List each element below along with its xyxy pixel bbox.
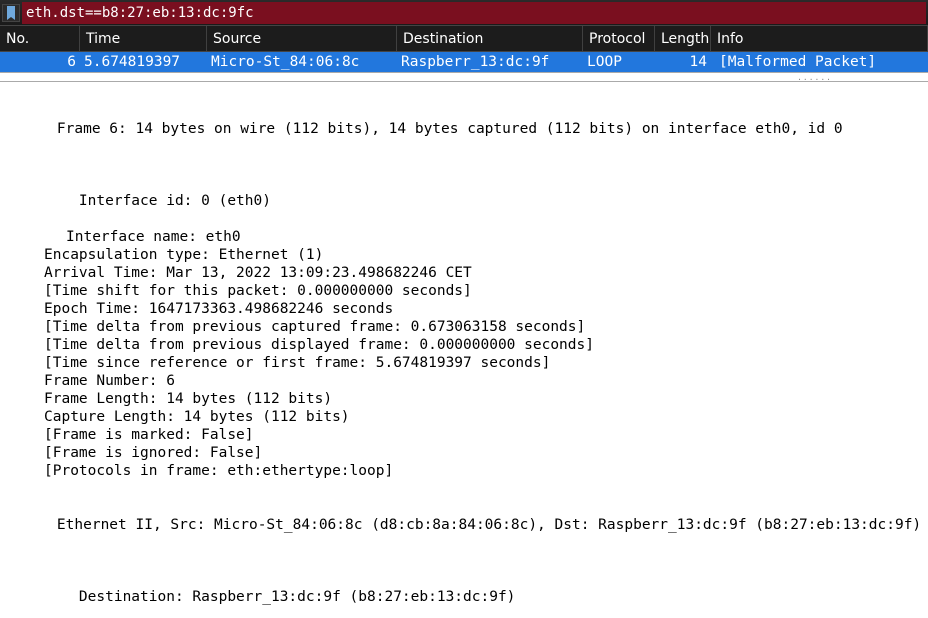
tree-frame-no[interactable]: Frame Number: 6 bbox=[0, 372, 928, 390]
tree-ethernet-summary[interactable]: Ethernet II, Src: Micro-St_84:06:8c (d8:… bbox=[0, 480, 928, 552]
tree-interface-name[interactable]: Interface name: eth0 bbox=[0, 228, 928, 246]
bookmark-icon[interactable] bbox=[2, 4, 20, 22]
column-header-source[interactable]: Source bbox=[207, 26, 397, 51]
column-header-protocol[interactable]: Protocol bbox=[583, 26, 655, 51]
tree-ignored[interactable]: [Frame is ignored: False] bbox=[0, 444, 928, 462]
grip-icon: ······ bbox=[797, 75, 832, 84]
tree-encap[interactable]: Encapsulation type: Ethernet (1) bbox=[0, 246, 928, 264]
cell-length: 14 bbox=[655, 54, 711, 70]
cell-destination: Raspberr_13:dc:9f bbox=[397, 54, 583, 70]
tree-interface-id[interactable]: Interface id: 0 (eth0) bbox=[0, 156, 928, 228]
tree-eth-dst[interactable]: Destination: Raspberr_13:dc:9f (b8:27:eb… bbox=[0, 552, 928, 618]
packet-list-header: No. Time Source Destination Protocol Len… bbox=[0, 26, 928, 52]
packet-list: No. Time Source Destination Protocol Len… bbox=[0, 26, 928, 72]
tree-delta-disp[interactable]: [Time delta from previous displayed fram… bbox=[0, 336, 928, 354]
cell-source: Micro-St_84:06:8c bbox=[207, 54, 397, 70]
tree-cap-len[interactable]: Capture Length: 14 bytes (112 bits) bbox=[0, 408, 928, 426]
cell-no: 6 bbox=[0, 54, 80, 70]
tree-arrival[interactable]: Arrival Time: Mar 13, 2022 13:09:23.4986… bbox=[0, 264, 928, 282]
tree-frame-summary[interactable]: Frame 6: 14 bytes on wire (112 bits), 14… bbox=[0, 84, 928, 156]
tree-frame-len[interactable]: Frame Length: 14 bytes (112 bits) bbox=[0, 390, 928, 408]
column-header-no[interactable]: No. bbox=[0, 26, 80, 51]
tree-since-ref[interactable]: [Time since reference or first frame: 5.… bbox=[0, 354, 928, 372]
cell-info: [Malformed Packet] bbox=[711, 54, 928, 70]
column-header-time[interactable]: Time bbox=[80, 26, 207, 51]
packet-details: Frame 6: 14 bytes on wire (112 bits), 14… bbox=[0, 82, 928, 618]
cell-time: 5.674819397 bbox=[80, 54, 207, 70]
display-filter-input[interactable] bbox=[22, 2, 926, 24]
packet-row[interactable]: 6 5.674819397 Micro-St_84:06:8c Raspberr… bbox=[0, 52, 928, 72]
tree-epoch[interactable]: Epoch Time: 1647173363.498682246 seconds bbox=[0, 300, 928, 318]
pane-splitter[interactable]: ······ bbox=[0, 72, 928, 82]
column-header-length[interactable]: Length bbox=[655, 26, 711, 51]
column-header-info[interactable]: Info bbox=[711, 26, 928, 51]
display-filter-bar bbox=[0, 0, 928, 26]
tree-timeshift[interactable]: [Time shift for this packet: 0.000000000… bbox=[0, 282, 928, 300]
tree-delta-cap[interactable]: [Time delta from previous captured frame… bbox=[0, 318, 928, 336]
tree-protocols[interactable]: [Protocols in frame: eth:ethertype:loop] bbox=[0, 462, 928, 480]
cell-protocol: LOOP bbox=[583, 54, 655, 70]
column-header-destination[interactable]: Destination bbox=[397, 26, 583, 51]
tree-marked[interactable]: [Frame is marked: False] bbox=[0, 426, 928, 444]
